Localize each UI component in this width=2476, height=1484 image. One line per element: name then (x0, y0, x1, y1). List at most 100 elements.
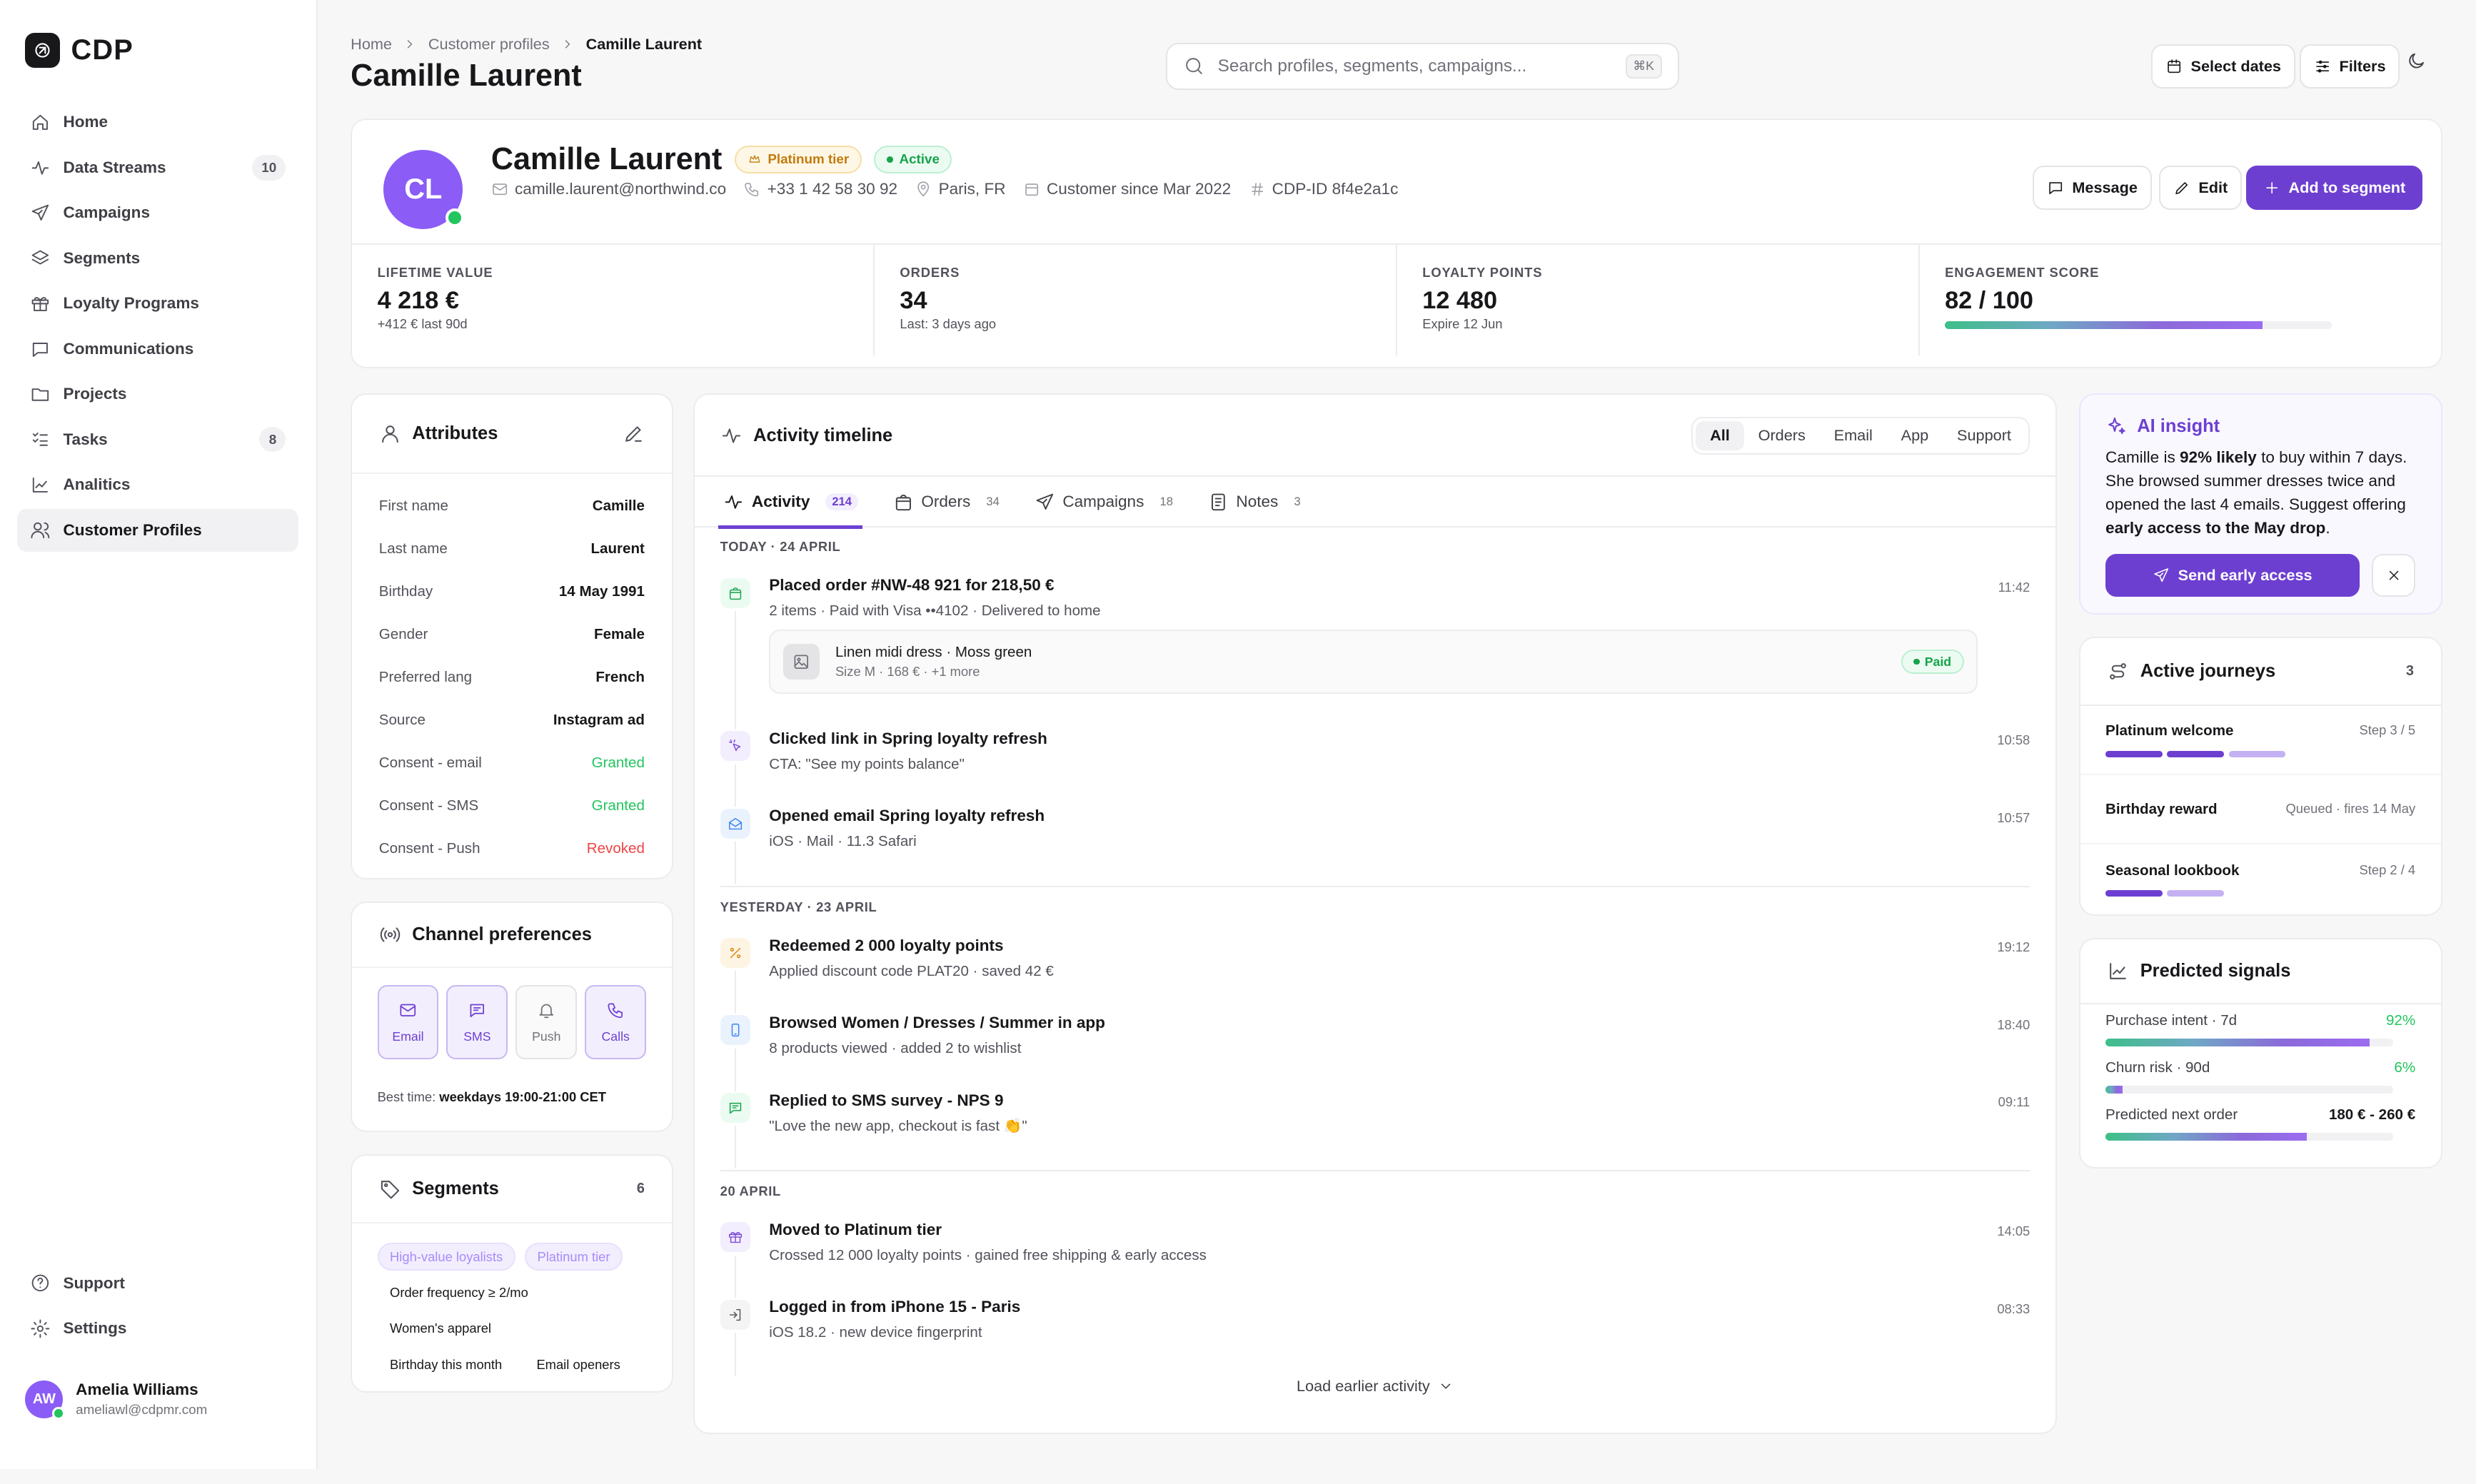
order-item[interactable]: Linen midi dress · Moss green Size M · 16… (769, 629, 1978, 695)
timeline-event[interactable]: Redeemed 2 000 loyalty points Applied dis… (720, 927, 2030, 1014)
timeline-event[interactable]: Moved to Platinum tier Crossed 12 000 loy… (720, 1211, 2030, 1298)
sidebar-item-customer-profiles[interactable]: Customer Profiles (17, 508, 299, 552)
percent-icon (730, 947, 740, 959)
kpi-row: LIFETIME VALUE 4 218 € +412 € last 90d ORDE… (352, 243, 2441, 355)
sidebar-item-data-streams[interactable]: Data Streams 10 (17, 146, 298, 189)
select-dates-button[interactable]: Select dates (2151, 44, 2295, 89)
activity-icon (722, 428, 740, 443)
filter-orders[interactable]: Orders (1744, 421, 1820, 450)
paid-badge: Paid (1901, 650, 1964, 674)
journey-progress (2105, 750, 2415, 757)
tab-notes[interactable]: Notes 3 (1208, 477, 1301, 528)
kpi-sub: Expire 12 Jun (1422, 316, 1503, 332)
timeline-event[interactable]: Placed order #NW-48 921 for 218,50 € 2 it… (720, 567, 2030, 730)
event-icon-wrap (720, 731, 750, 762)
timeline-event[interactable]: Browsed Women / Dresses / Summer in app 8… (720, 1004, 2030, 1091)
segments-header: Segments 6 (352, 1156, 672, 1224)
send-early-access-button[interactable]: Send early access (2105, 554, 2360, 597)
attribute-row: First name Camille (352, 485, 671, 528)
journey-row[interactable]: Birthday reward Queued · fires 14 May (2080, 775, 2441, 845)
segment-tag[interactable]: Women's apparel (378, 1315, 504, 1343)
theme-toggle[interactable] (2406, 51, 2427, 71)
user-email: ameliawl@cdpmr.com (76, 1402, 208, 1418)
sidebar-item-settings[interactable]: Settings (17, 1307, 298, 1350)
breadcrumb-current: Camille Laurent (585, 34, 703, 53)
sidebar-item-communications[interactable]: Communications (17, 328, 298, 370)
phone-icon (745, 183, 759, 196)
attribute-key: Gender (378, 625, 428, 642)
timeline-event[interactable]: Replied to SMS survey - NPS 9 "Love the n… (720, 1081, 2030, 1168)
sidebar-item-label: Support (63, 1273, 125, 1292)
message-icon (2049, 182, 2063, 194)
breadcrumb-home[interactable]: Home (351, 35, 392, 54)
sparkles-icon (2108, 417, 2125, 434)
sidebar-item-loyalty-programs[interactable]: Loyalty Programs (17, 283, 298, 325)
timeline-event[interactable]: Logged in from iPhone 15 - Paris iOS 18.2… (720, 1288, 2030, 1376)
channel-email-toggle[interactable]: Email (377, 985, 439, 1060)
channel-calls-toggle[interactable]: Calls (585, 985, 647, 1060)
journey-row[interactable]: Seasonal lookbook Step 2 / 4 (2080, 844, 2441, 914)
timeline-event[interactable]: Opened email Spring loyalty refresh iOS ·… (720, 797, 2030, 884)
edit-attributes-button[interactable] (623, 423, 645, 445)
profile-cdp-id[interactable]: CDP-ID 8f4e2a1c (1249, 180, 1398, 198)
load-earlier-button[interactable]: Load earlier activity (695, 1377, 2055, 1395)
select-dates-label: Select dates (2190, 56, 2282, 75)
breadcrumb-profiles[interactable]: Customer profiles (428, 35, 550, 54)
tab-activity[interactable]: Activity 214 (718, 477, 864, 529)
logo-icon (25, 33, 61, 69)
sidebar-item-home[interactable]: Home (17, 101, 298, 144)
channel-preferences-card: Channel preferences Email SMS Push Calls Be… (351, 902, 673, 1133)
profile-phone[interactable]: +33 1 42 58 30 92 (743, 180, 897, 198)
search-input[interactable]: Search profiles, segments, campaigns... … (1165, 42, 1679, 91)
message-button[interactable]: Message (2033, 166, 2152, 211)
home-icon (32, 114, 48, 130)
journeys-count: 3 (2405, 662, 2414, 679)
filters-button[interactable]: Filters (2300, 44, 2400, 89)
trend-chart-icon (2110, 963, 2127, 979)
channel-push-toggle[interactable]: Push (515, 985, 578, 1060)
sidebar-item-tasks[interactable]: Tasks 8 (17, 418, 298, 461)
segment-tag[interactable]: Order frequency ≥ 2/mo (378, 1278, 541, 1306)
search-placeholder: Search profiles, segments, campaigns... (1217, 56, 1527, 76)
filter-support[interactable]: Support (1943, 421, 2025, 450)
user-account[interactable]: AW Amelia Williams ameliawl@cdpmr.com (25, 1380, 208, 1420)
kpi-sub: +412 € last 90d (377, 316, 468, 332)
timeline-event[interactable]: Clicked link in Spring loyalty refresh CT… (720, 720, 2030, 807)
sidebar-item-label: Settings (63, 1319, 127, 1338)
kpi-orders: ORDERS 34 Last: 3 days ago (875, 244, 1397, 355)
channel-sms-toggle[interactable]: SMS (446, 985, 508, 1060)
journey-name: Birthday reward (2105, 800, 2218, 817)
segment-tag[interactable]: High-value loyalists (377, 1243, 515, 1271)
sidebar-item-support[interactable]: Support (17, 1262, 298, 1305)
filter-all[interactable]: All (1696, 421, 1744, 450)
tab-orders[interactable]: Orders 34 (893, 477, 1000, 528)
since-text: Customer since Mar 2022 (1047, 180, 1232, 198)
tab-campaigns[interactable]: Campaigns 18 (1035, 477, 1173, 528)
event-title: Logged in from iPhone 15 - Paris (769, 1298, 1021, 1316)
sidebar-item-analitics[interactable]: Analitics (17, 463, 298, 506)
event-title: Placed order #NW-48 921 for 218,50 € (769, 576, 1055, 595)
attribute-key: Last name (378, 540, 448, 557)
add-to-segment-button[interactable]: Add to segment (2245, 166, 2423, 211)
attribute-row: Preferred lang French (352, 656, 671, 699)
sidebar-item-segments[interactable]: Segments (17, 237, 298, 280)
dismiss-insight-button[interactable] (2372, 554, 2416, 597)
ai-insight-card: AI insight Camille is 92% likely to buy … (2078, 393, 2442, 615)
avatar: AW (25, 1380, 65, 1420)
event-icon-wrap (720, 1222, 750, 1253)
profile-email[interactable]: camille.laurent@northwind.co (491, 180, 726, 198)
attribute-key: Preferred lang (378, 668, 473, 685)
journey-row[interactable]: Platinum welcome Step 3 / 5 (2080, 706, 2441, 776)
chevron-down-icon (1441, 1383, 1451, 1389)
event-time: 08:33 (1997, 1301, 2030, 1316)
filter-email[interactable]: Email (1820, 421, 1887, 450)
attribute-value: Revoked (586, 839, 645, 857)
segment-tag[interactable]: Platinum tier (524, 1243, 623, 1271)
sidebar-item-projects[interactable]: Projects (17, 373, 298, 416)
brand-logo[interactable]: CDP (25, 33, 134, 69)
edit-button[interactable]: Edit (2159, 166, 2242, 211)
segment-tag[interactable]: Email openers (524, 1351, 633, 1378)
sidebar-item-campaigns[interactable]: Campaigns (17, 192, 298, 235)
filter-app[interactable]: App (1887, 421, 1943, 450)
segment-tag[interactable]: Birthday this month (378, 1351, 515, 1378)
